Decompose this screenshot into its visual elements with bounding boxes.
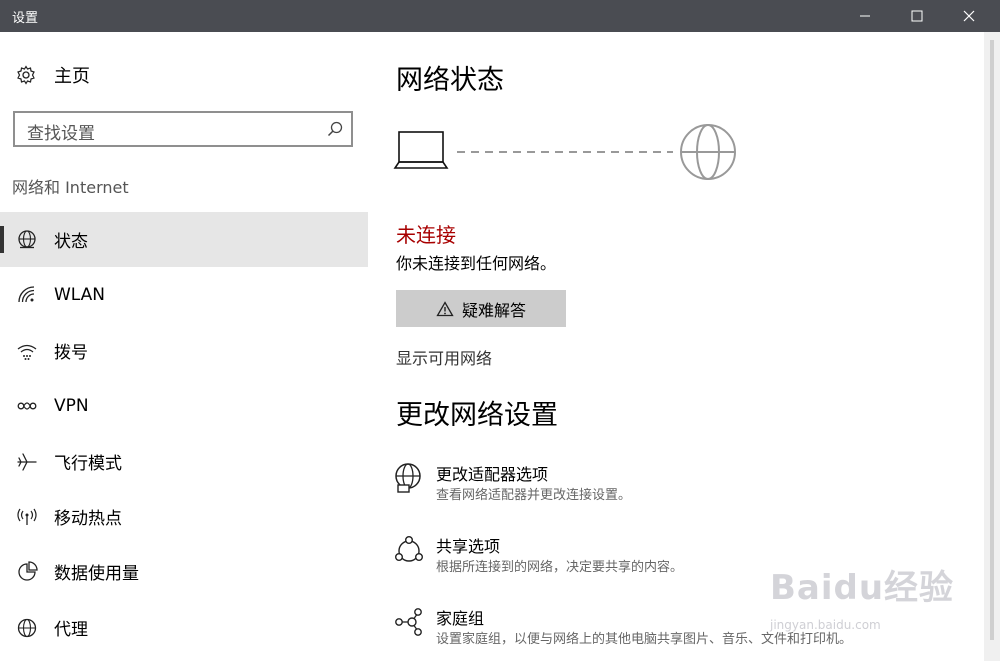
gear-icon (17, 65, 35, 85)
title-bar: 设置 (0, 0, 1000, 32)
homegroup-options[interactable]: 家庭组 设置家庭组，以便与网络上的其他电脑共享图片、音乐、文件和打印机。 (394, 605, 954, 665)
home-nav[interactable]: 主页 (16, 62, 90, 88)
sidebar-item-wlan[interactable]: WLAN (0, 267, 368, 322)
sidebar-item-label: 移动热点 (54, 509, 122, 529)
network-diagram (393, 124, 736, 180)
hotspot-icon (17, 508, 37, 525)
option-desc: 查看网络适配器并更改连接设置。 (436, 488, 632, 503)
adapter-icon (395, 463, 421, 493)
maximize-icon (911, 10, 923, 22)
sidebar-item-label: WLAN (54, 284, 106, 305)
data-usage-icon (18, 561, 38, 581)
connection-status-desc: 你未连接到任何网络。 (396, 254, 557, 273)
sidebar-item-proxy[interactable]: 代理 (0, 600, 368, 655)
sharing-icon (395, 536, 424, 562)
dialup-icon (17, 344, 37, 360)
wifi-icon (18, 286, 35, 303)
sidebar-item-label: 数据使用量 (54, 564, 139, 584)
option-title: 更改适配器选项 (436, 465, 549, 484)
vpn-icon (17, 402, 37, 410)
option-title: 家庭组 (436, 609, 485, 628)
minimize-button[interactable] (842, 0, 888, 32)
sidebar-item-label: VPN (54, 395, 89, 416)
home-label: 主页 (54, 66, 90, 87)
option-title: 共享选项 (436, 537, 501, 556)
sidebar-item-airplane[interactable]: 飞行模式 (0, 434, 368, 489)
adapter-options[interactable]: 更改适配器选项 查看网络适配器并更改连接设置。 (394, 461, 954, 521)
watermark-logo: Baidu经验 (770, 568, 955, 608)
sidebar-item-label: 飞行模式 (54, 454, 122, 474)
watermark-url: jingyan.baidu.com (770, 618, 881, 632)
sidebar-item-vpn[interactable]: VPN (0, 378, 368, 433)
window-title: 设置 (12, 11, 39, 26)
page-title: 网络状态 (396, 65, 504, 96)
option-desc: 设置家庭组，以便与网络上的其他电脑共享图片、音乐、文件和打印机。 (436, 632, 853, 647)
show-networks-link[interactable]: 显示可用网络 (396, 345, 492, 369)
sidebar-item-status[interactable]: 状态 (0, 212, 368, 267)
status-globe-icon (18, 230, 36, 249)
section-label: 网络和 Internet (12, 178, 129, 197)
connection-status: 未连接 (396, 223, 456, 247)
section-heading: 更改网络设置 (396, 400, 558, 431)
close-icon (963, 10, 975, 22)
proxy-globe-icon (17, 618, 37, 638)
maximize-button[interactable] (894, 0, 940, 32)
sidebar-item-hotspot[interactable]: 移动热点 (0, 489, 368, 544)
sidebar-item-dialup[interactable]: 拨号 (0, 323, 368, 378)
troubleshoot-button[interactable]: 疑难解答 (396, 290, 566, 327)
laptop-icon (393, 131, 449, 169)
airplane-icon (17, 453, 37, 471)
search-icon (327, 121, 343, 137)
warning-icon (436, 300, 454, 316)
sidebar-item-label: 状态 (54, 232, 88, 252)
close-button[interactable] (946, 0, 992, 32)
minimize-icon (860, 15, 870, 17)
troubleshoot-label: 疑难解答 (461, 300, 526, 320)
internet-globe-icon (680, 124, 736, 180)
active-indicator (0, 226, 4, 253)
homegroup-icon (395, 608, 422, 636)
sidebar-item-label: 代理 (54, 620, 88, 640)
search-input[interactable]: 查找设置 (13, 111, 353, 147)
sidebar-item-label: 拨号 (54, 343, 88, 363)
search-placeholder: 查找设置 (27, 124, 95, 144)
sidebar-item-data-usage[interactable]: 数据使用量 (0, 544, 368, 599)
scrollbar-thumb[interactable] (990, 40, 994, 640)
